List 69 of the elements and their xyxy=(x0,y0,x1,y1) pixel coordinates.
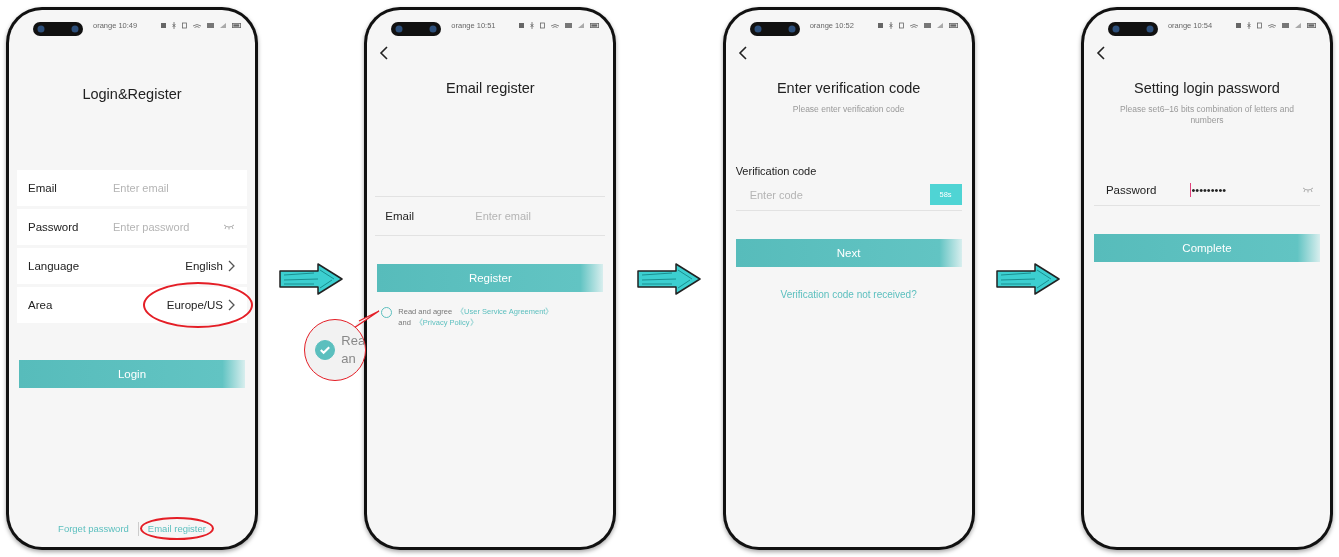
battery-icon xyxy=(590,22,600,28)
field-label: Password xyxy=(1105,184,1158,197)
resend-link[interactable]: Verification code not received? xyxy=(780,288,917,300)
signal-icon xyxy=(220,22,226,28)
back-icon[interactable] xyxy=(737,46,748,60)
network-icon xyxy=(565,22,573,28)
camera-drawing xyxy=(391,22,442,36)
text-link[interactable]: Email register xyxy=(142,520,211,537)
vibrate-icon xyxy=(1256,21,1262,29)
wifi-icon xyxy=(909,22,918,28)
arrow-drawing xyxy=(278,261,345,296)
screen-subtitle: Please set6–16 bits combination of letters and numbers xyxy=(1119,104,1295,126)
signal-icon xyxy=(936,22,943,28)
setting-value: Europe/US xyxy=(166,299,223,311)
vibrate-icon xyxy=(182,21,187,29)
alarm-icon xyxy=(519,21,525,29)
field-label: Email xyxy=(385,210,416,222)
setting-value: English xyxy=(185,260,223,272)
next-button[interactable]: Next xyxy=(735,238,962,267)
field-label: Verification code xyxy=(735,164,818,177)
chevron-right-icon xyxy=(228,299,235,311)
wifi-icon xyxy=(551,22,560,28)
screen-title: Setting login password xyxy=(1133,80,1281,96)
arrow-drawing xyxy=(636,261,703,296)
alarm-icon xyxy=(1235,21,1241,29)
register-button[interactable]: Register xyxy=(377,264,604,292)
setting-label: Language xyxy=(28,260,81,272)
field-label: Password xyxy=(28,221,80,233)
login-button[interactable]: Login xyxy=(19,360,245,388)
alarm-icon xyxy=(877,21,883,29)
signal-icon xyxy=(1294,22,1301,28)
battery-icon xyxy=(948,22,958,28)
setting-row[interactable]: Area Europe/US xyxy=(17,287,247,323)
alarm-icon xyxy=(161,21,166,29)
wifi-icon xyxy=(193,22,201,28)
battery-icon xyxy=(232,22,241,28)
setting-label: Area xyxy=(28,299,54,311)
vibrate-icon xyxy=(898,21,904,29)
back-icon[interactable] xyxy=(1095,46,1106,60)
vibrate-icon xyxy=(540,21,546,29)
bluetooth-icon xyxy=(1246,21,1251,29)
back-icon[interactable] xyxy=(379,46,390,60)
screen-subtitle: Please enter verification code xyxy=(791,104,906,115)
screen-title: Enter verification code xyxy=(775,80,922,96)
signal-icon xyxy=(578,22,585,28)
camera-drawing xyxy=(33,22,83,36)
screen-title: Login&Register xyxy=(81,86,183,102)
camera-drawing xyxy=(749,22,800,36)
bluetooth-icon xyxy=(530,21,535,29)
input-field[interactable]: Enter email xyxy=(475,210,596,222)
password-field[interactable]: ••••••••• xyxy=(1191,184,1302,197)
setting-row[interactable]: Language English xyxy=(17,248,247,284)
screen-title: Email register xyxy=(445,80,536,96)
field-label: Email xyxy=(28,182,58,194)
bluetooth-icon xyxy=(888,21,893,29)
network-icon xyxy=(207,22,214,28)
wifi-icon xyxy=(1267,22,1276,28)
text-link[interactable]: Forget password xyxy=(53,520,134,537)
battery-icon xyxy=(1306,22,1316,28)
arrow-drawing xyxy=(994,261,1061,296)
network-icon xyxy=(1281,22,1289,28)
code-field[interactable]: Enter code xyxy=(749,188,930,201)
bluetooth-icon xyxy=(172,21,176,29)
input-field[interactable]: Enter email xyxy=(113,182,235,194)
chevron-right-icon xyxy=(228,260,235,272)
complete-button[interactable]: Complete xyxy=(1093,234,1320,263)
network-icon xyxy=(923,22,931,28)
camera-drawing xyxy=(1107,22,1158,36)
input-field[interactable]: Enter password xyxy=(113,221,223,233)
